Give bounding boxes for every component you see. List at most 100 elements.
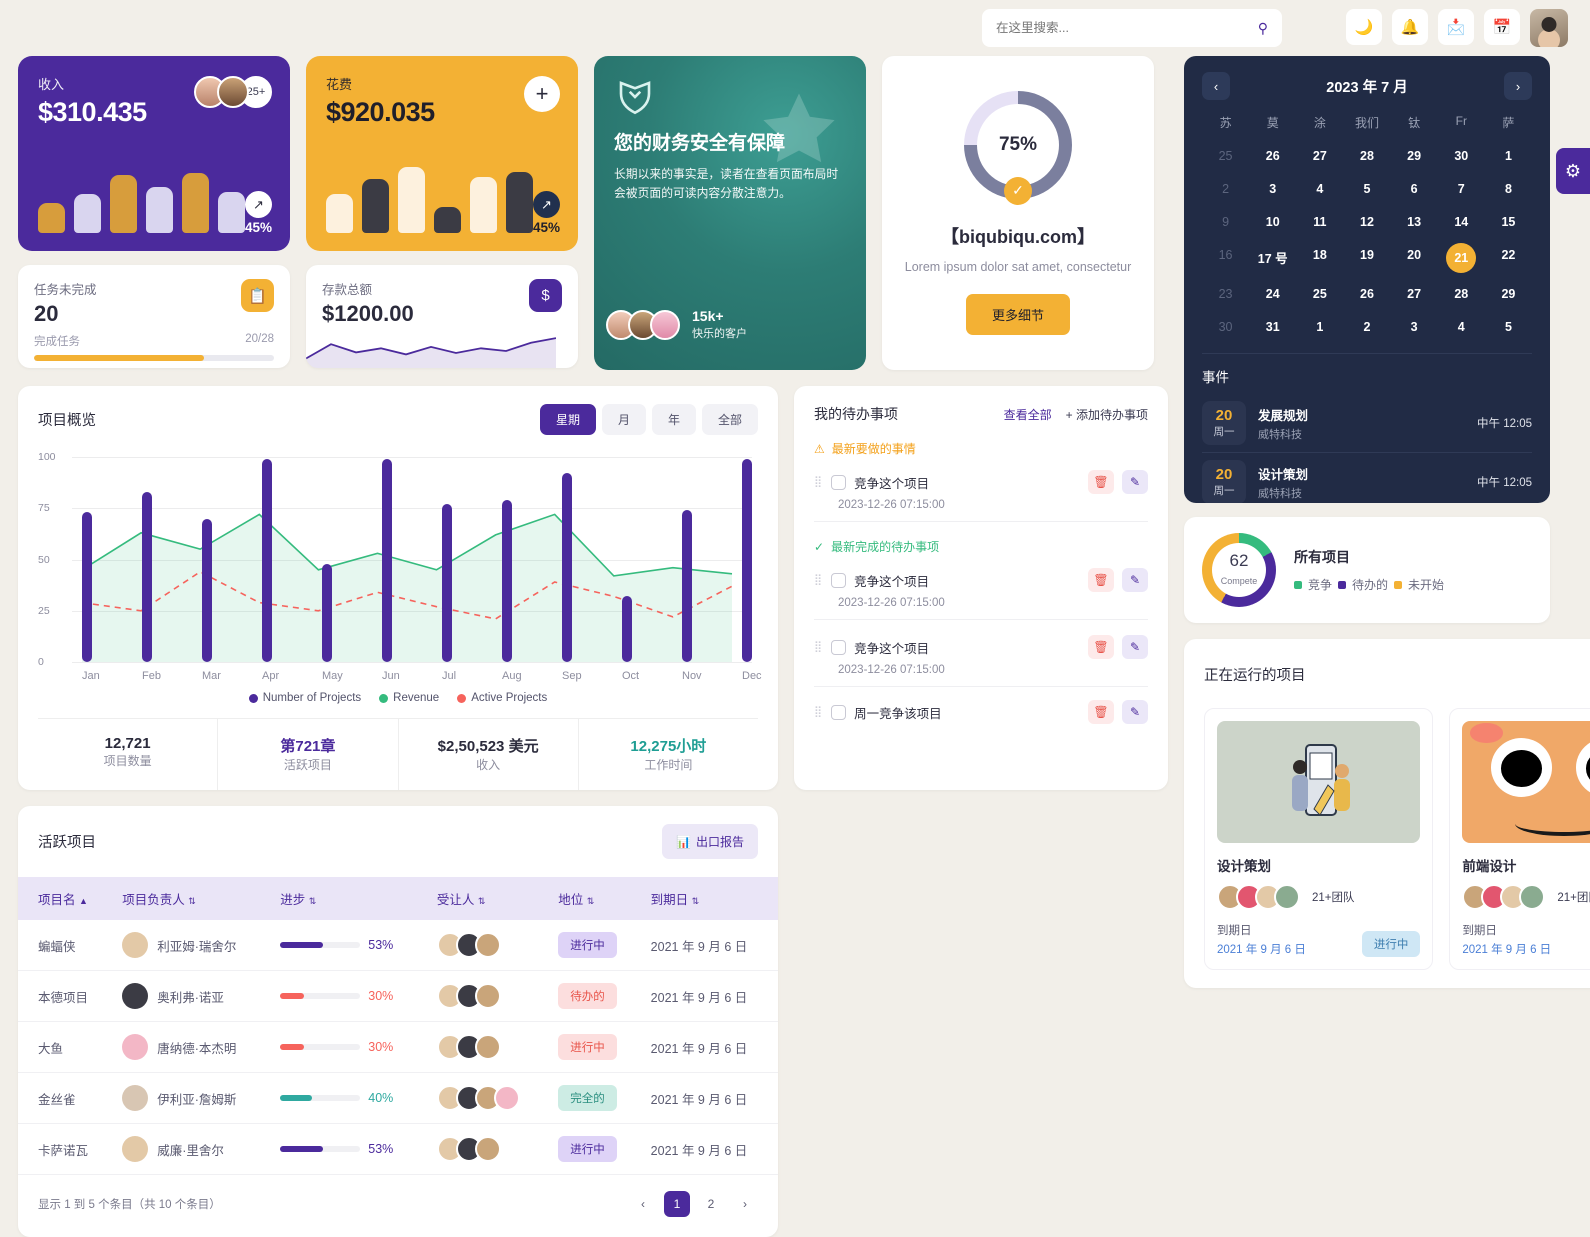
calendar-day[interactable]: 30 [1202, 315, 1249, 339]
calendar-day[interactable]: 13 [1391, 210, 1438, 234]
mail-icon[interactable]: 📩 [1438, 9, 1474, 45]
column-header-到期日[interactable]: 到期日 ⇅ [640, 877, 778, 920]
drag-handle-icon[interactable]: ⣿ [814, 477, 823, 487]
calendar-day[interactable]: 16 [1202, 243, 1249, 273]
calendar-day[interactable]: 26 [1249, 144, 1296, 168]
drag-handle-icon[interactable]: ⣿ [814, 642, 823, 652]
pagination-next[interactable]: › [732, 1191, 758, 1217]
calendar-day[interactable]: 26 [1343, 282, 1390, 306]
moon-icon[interactable]: 🌙 [1346, 9, 1382, 45]
settings-tab[interactable]: ⚙ [1556, 148, 1590, 194]
todo-checkbox[interactable] [831, 704, 847, 720]
sort-icon[interactable]: ▲ [79, 896, 88, 906]
column-header-项目负责人[interactable]: 项目负责人 ⇅ [112, 877, 271, 920]
calendar-day[interactable]: 31 [1249, 315, 1296, 339]
running-project-item[interactable]: 设计策划 21+团队 到期日 2021 年 9 月 6 日 进行中 [1204, 708, 1434, 970]
chart-filter-月[interactable]: 月 [601, 404, 646, 435]
pagination-page-2[interactable]: 2 [698, 1191, 724, 1217]
trash-icon[interactable]: 🗑 [1088, 568, 1114, 592]
sort-icon[interactable]: ⇅ [188, 896, 196, 906]
table-row[interactable]: 大鱼 唐纳德·本杰明 30% 进行中 2021 年 9 月 6 日 [18, 1021, 778, 1073]
pencil-icon[interactable]: ✎ [1122, 470, 1148, 494]
pencil-icon[interactable]: ✎ [1122, 700, 1148, 724]
pencil-icon[interactable]: ✎ [1122, 568, 1148, 592]
sort-icon[interactable]: ⇅ [587, 896, 595, 906]
search-icon[interactable]: ⚲ [1258, 20, 1268, 37]
calendar-day[interactable]: 18 [1296, 243, 1343, 273]
calendar-day[interactable]: 10 [1249, 210, 1296, 234]
pagination-page-1[interactable]: 1 [664, 1191, 690, 1217]
calendar-day[interactable]: 2 [1343, 315, 1390, 339]
calendar-day[interactable]: 9 [1202, 210, 1249, 234]
running-project-item[interactable]: 前端设计21+团队到期日2021 年 9 月 6 日进行中 [1449, 708, 1590, 970]
legend-item[interactable]: Number of Projects [248, 692, 361, 704]
chart-filter-全部[interactable]: 全部 [701, 404, 758, 435]
bell-icon[interactable]: 🔔 [1392, 9, 1428, 45]
event-item[interactable]: 20 周一 设计策划 威特科技 中午 12:05 [1202, 453, 1532, 503]
search-box[interactable]: ⚲ [982, 9, 1282, 47]
calendar-day[interactable]: 7 [1438, 177, 1485, 201]
calendar-day[interactable]: 3 [1391, 315, 1438, 339]
sort-icon[interactable]: ⇅ [478, 896, 486, 906]
drag-handle-icon[interactable]: ⣿ [814, 707, 823, 717]
calendar-day[interactable]: 8 [1485, 177, 1532, 201]
calendar-day[interactable]: 23 [1202, 282, 1249, 306]
trash-icon[interactable]: 🗑 [1088, 470, 1114, 494]
column-header-项目名[interactable]: 项目名 ▲ [18, 877, 113, 920]
calendar-day[interactable]: 17 号 [1249, 243, 1296, 273]
table-row[interactable]: 本德项目 奥利弗·诺亚 30% 待办的 2021 年 9 月 6 日 [18, 970, 778, 1022]
pencil-icon[interactable]: ✎ [1122, 635, 1148, 659]
table-row[interactable]: 卡萨诺瓦 威廉·里舍尔 53% 进行中 2021 年 9 月 6 日 [18, 1123, 778, 1175]
calendar-day[interactable]: 25 [1296, 282, 1343, 306]
calendar-day[interactable]: 6 [1391, 177, 1438, 201]
chart-filter-年[interactable]: 年 [651, 404, 696, 435]
calendar-day[interactable]: 28 [1438, 282, 1485, 306]
calendar-icon[interactable]: 📅 [1484, 9, 1520, 45]
todo-checkbox[interactable] [831, 474, 847, 490]
sort-icon[interactable]: ⇅ [309, 896, 317, 906]
todo-checkbox[interactable] [831, 572, 847, 588]
column-header-受让人[interactable]: 受让人 ⇅ [426, 877, 549, 920]
pagination-prev[interactable]: ‹ [630, 1191, 656, 1217]
column-header-地位[interactable]: 地位 ⇅ [548, 877, 641, 920]
search-input[interactable] [996, 21, 1228, 35]
legend-item[interactable]: Revenue [379, 692, 439, 704]
chevron-left-icon[interactable]: ‹ [1202, 72, 1230, 100]
sort-icon[interactable]: ⇅ [692, 896, 700, 906]
calendar-day[interactable]: 14 [1438, 210, 1485, 234]
calendar-day[interactable]: 22 [1485, 243, 1532, 273]
add-expense-button[interactable]: + [524, 76, 560, 112]
table-row[interactable]: 金丝雀 伊利亚·詹姆斯 40% 完全的 2021 年 9 月 6 日 [18, 1072, 778, 1124]
calendar-day[interactable]: 5 [1485, 315, 1532, 339]
todo-checkbox[interactable] [831, 639, 847, 655]
calendar-day[interactable]: 1 [1296, 315, 1343, 339]
todo-view-all-link[interactable]: 查看全部 [1004, 406, 1052, 423]
calendar-day[interactable]: 15 [1485, 210, 1532, 234]
table-row[interactable]: 蝙蝠侠 利亚姆·瑞舍尔 53% 进行中 2021 年 9 月 6 日 [18, 920, 778, 971]
calendar-day[interactable]: 1 [1485, 144, 1532, 168]
column-header-进步[interactable]: 进步 ⇅ [270, 877, 427, 920]
add-todo-button[interactable]: + 添加待办事项 [1066, 406, 1148, 423]
calendar-day[interactable]: 28 [1343, 144, 1390, 168]
calendar-day[interactable]: 25 [1202, 144, 1249, 168]
calendar-day[interactable]: 20 [1391, 243, 1438, 273]
calendar-day[interactable]: 21 [1446, 243, 1477, 273]
calendar-day[interactable]: 24 [1249, 282, 1296, 306]
chevron-right-icon[interactable]: › [1503, 72, 1532, 100]
calendar-day[interactable]: 4 [1438, 315, 1485, 339]
calendar-day[interactable]: 2 [1202, 177, 1249, 201]
calendar-day[interactable]: 27 [1296, 144, 1343, 168]
calendar-day[interactable]: 5 [1343, 177, 1390, 201]
avatar[interactable] [1530, 9, 1568, 47]
calendar-day[interactable]: 29 [1485, 282, 1532, 306]
export-report-button[interactable]: 📊 出口报告 [662, 824, 758, 859]
calendar-day[interactable]: 4 [1296, 177, 1343, 201]
calendar-day[interactable]: 29 [1391, 144, 1438, 168]
calendar-day[interactable]: 3 [1249, 177, 1296, 201]
calendar-day[interactable]: 27 [1391, 282, 1438, 306]
drag-handle-icon[interactable]: ⣿ [814, 575, 823, 585]
more-details-button[interactable]: 更多细节 [965, 294, 1070, 336]
calendar-day[interactable]: 30 [1438, 144, 1485, 168]
calendar-day[interactable]: 19 [1343, 243, 1390, 273]
trash-icon[interactable]: 🗑 [1088, 635, 1114, 659]
